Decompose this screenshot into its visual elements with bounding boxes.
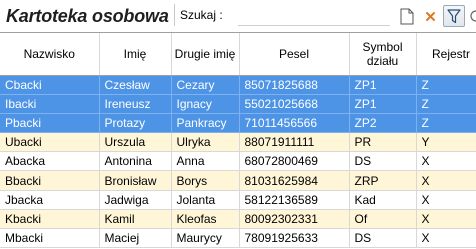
cell-imie[interactable]: Protazy (99, 113, 172, 134)
cell-drugie-imie[interactable]: Pankracy (171, 113, 240, 134)
new-document-icon (400, 8, 414, 24)
cell-nazwisko[interactable]: Mbacki (0, 228, 100, 249)
more-icon (470, 10, 476, 22)
data-grid[interactable]: Nazwisko Imię Drugie imię Pesel Symbol d… (0, 32, 476, 249)
cell-nazwisko[interactable]: Bbacki (0, 170, 100, 191)
more-button[interactable] (467, 5, 476, 27)
cell-rejestr[interactable]: X (416, 151, 476, 172)
personnel-table: Nazwisko Imię Drugie imię Pesel Symbol d… (0, 33, 476, 249)
cell-symbol-dzialu[interactable]: DS (349, 228, 417, 249)
cell-rejestr[interactable]: X (416, 170, 476, 191)
cell-imie[interactable]: Maciej (99, 228, 172, 249)
cell-rejestr[interactable]: Y (416, 132, 476, 153)
cell-pesel[interactable]: 55021025668 (239, 94, 350, 114)
cell-rejestr[interactable]: Z (416, 94, 476, 114)
cell-symbol-dzialu[interactable]: ZP1 (349, 94, 417, 114)
table-row[interactable]: Ubacki Urszula Ulryka 88071911111 PR Y (0, 132, 476, 153)
column-header-nazwisko[interactable]: Nazwisko (0, 33, 100, 76)
cell-imie[interactable]: Czesław (99, 75, 172, 95)
search-input[interactable] (238, 6, 390, 26)
cell-rejestr[interactable]: Z (416, 75, 476, 95)
new-document-button[interactable] (397, 5, 417, 27)
cell-symbol-dzialu[interactable]: ZP2 (349, 113, 417, 134)
cell-imie[interactable]: Ireneusz (99, 94, 172, 114)
column-header-rejestr[interactable]: Rejestr (416, 33, 476, 76)
filter-button[interactable] (443, 5, 465, 27)
cell-pesel[interactable]: 80092302331 (239, 209, 350, 230)
table-row[interactable]: Abacka Antonina Anna 68072800469 DS X (0, 151, 476, 172)
cell-pesel[interactable]: 85071825688 (239, 75, 350, 95)
cell-pesel[interactable]: 88071911111 (239, 132, 350, 153)
cell-imie[interactable]: Kamil (99, 209, 172, 230)
cell-symbol-dzialu[interactable]: PR (349, 132, 417, 153)
cell-pesel[interactable]: 68072800469 (239, 151, 350, 172)
column-header-pesel[interactable]: Pesel (239, 33, 350, 76)
column-header-symbol-dzialu[interactable]: Symbol działu (349, 33, 417, 76)
search-label: Szukaj : (174, 4, 223, 26)
page-title: Kartoteka osobowa (6, 6, 169, 26)
cell-drugie-imie[interactable]: Jolanta (171, 190, 240, 210)
cell-nazwisko[interactable]: Abacka (0, 151, 100, 172)
cell-pesel[interactable]: 58122136589 (239, 190, 350, 210)
cell-nazwisko[interactable]: Pbacki (0, 113, 100, 134)
cell-drugie-imie[interactable]: Anna (171, 151, 240, 172)
cell-rejestr[interactable]: X (416, 190, 476, 210)
cell-symbol-dzialu[interactable]: ZP1 (349, 75, 417, 95)
column-header-imie[interactable]: Imię (99, 33, 172, 76)
cell-imie[interactable]: Urszula (99, 132, 172, 153)
table-row[interactable]: Kbacki Kamil Kleofas 80092302331 Of X (0, 209, 476, 230)
cell-nazwisko[interactable]: Cbacki (0, 75, 100, 95)
table-row[interactable]: Jbacka Jadwiga Jolanta 58122136589 Kad X (0, 190, 476, 210)
cell-imie[interactable]: Antonina (99, 151, 172, 172)
cell-nazwisko[interactable]: Ibacki (0, 94, 100, 114)
close-icon (425, 11, 435, 21)
cell-drugie-imie[interactable]: Ulryka (171, 132, 240, 153)
table-row[interactable]: Bbacki Bronisław Borys 81031625984 ZRP X (0, 170, 476, 191)
cell-nazwisko[interactable]: Kbacki (0, 209, 100, 230)
cell-drugie-imie[interactable]: Kleofas (171, 209, 240, 230)
table-row[interactable]: Ibacki Ireneusz Ignacy 55021025668 ZP1 Z (0, 94, 476, 114)
filter-icon (447, 8, 461, 23)
cell-imie[interactable]: Jadwiga (99, 190, 172, 210)
table-row[interactable]: Cbacki Czesław Cezary 85071825688 ZP1 Z (0, 75, 476, 95)
cell-drugie-imie[interactable]: Borys (171, 170, 240, 191)
cell-pesel[interactable]: 81031625984 (239, 170, 350, 191)
table-row[interactable]: Mbacki Maciej Maurycy 78091925633 DS X (0, 228, 476, 249)
cell-drugie-imie[interactable]: Maurycy (171, 228, 240, 249)
cell-nazwisko[interactable]: Jbacka (0, 190, 100, 210)
cell-symbol-dzialu[interactable]: Of (349, 209, 417, 230)
toolbar: Kartoteka osobowa Szukaj : (0, 0, 476, 32)
cell-symbol-dzialu[interactable]: ZRP (349, 170, 417, 191)
column-header-drugie-imie[interactable]: Drugie imię (171, 33, 240, 76)
cell-pesel[interactable]: 71011456566 (239, 113, 350, 134)
header-row: Nazwisko Imię Drugie imię Pesel Symbol d… (0, 33, 476, 76)
cell-rejestr[interactable]: X (416, 209, 476, 230)
cell-imie[interactable]: Bronisław (99, 170, 172, 191)
cell-rejestr[interactable]: X (416, 228, 476, 249)
cell-symbol-dzialu[interactable]: DS (349, 151, 417, 172)
table-row[interactable]: Pbacki Protazy Pankracy 71011456566 ZP2 Z (0, 113, 476, 134)
cell-symbol-dzialu[interactable]: Kad (349, 190, 417, 210)
cell-drugie-imie[interactable]: Ignacy (171, 94, 240, 114)
cell-nazwisko[interactable]: Ubacki (0, 132, 100, 153)
cell-drugie-imie[interactable]: Cezary (171, 75, 240, 95)
cell-pesel[interactable]: 78091925633 (239, 228, 350, 249)
cell-rejestr[interactable]: Z (416, 113, 476, 134)
clear-button[interactable] (420, 5, 440, 27)
